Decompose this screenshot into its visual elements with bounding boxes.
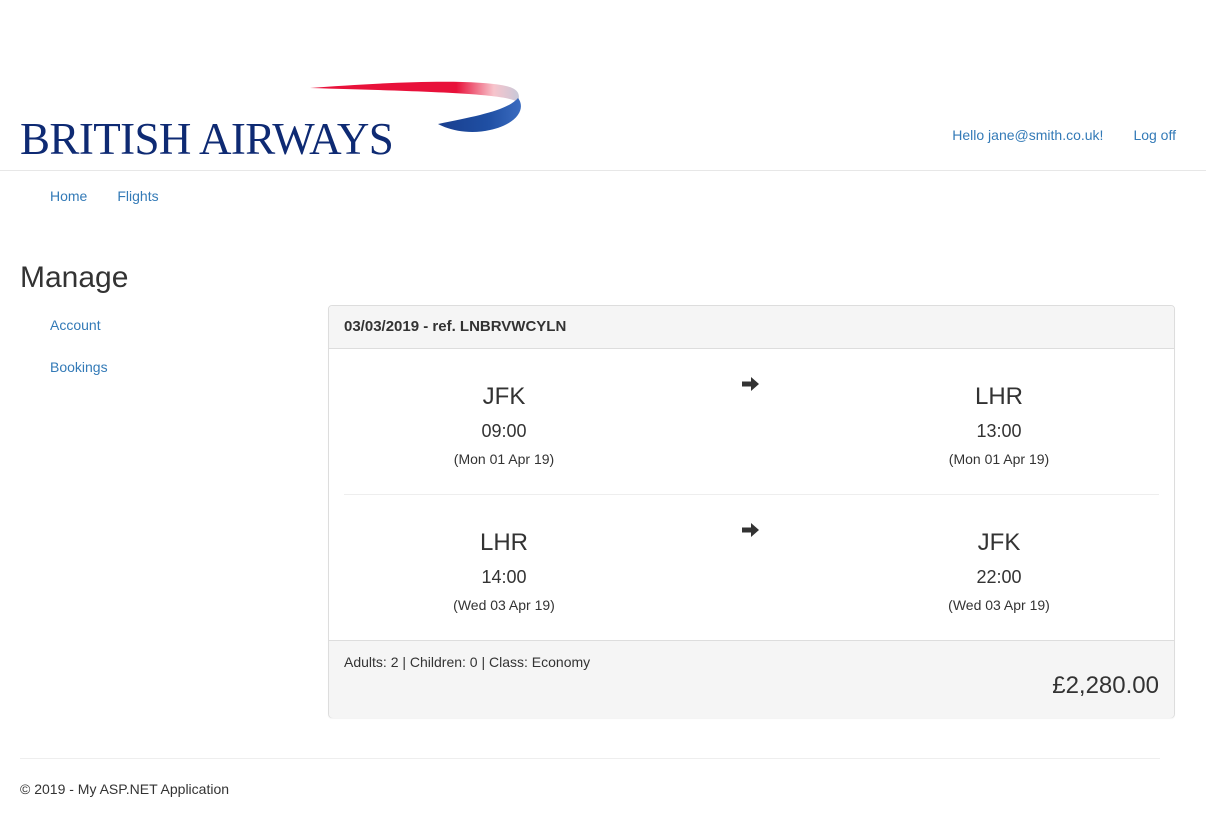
logo-wordmark: BRITISH AIRWAYS	[20, 114, 394, 164]
user-nav: Hello jane@smith.co.uk! Log off	[952, 127, 1176, 143]
booking-footer: Adults: 2 | Children: 0 | Class: Economy…	[329, 640, 1174, 718]
booking-legs: JFK 09:00 (Mon 01 Apr 19) LHR 13:00 (Mon…	[329, 349, 1174, 640]
departure: LHR 14:00 (Wed 03 Apr 19)	[344, 495, 664, 614]
arrival: LHR 13:00 (Mon 01 Apr 19)	[839, 349, 1159, 468]
main-nav: Home Flights	[50, 188, 159, 204]
arrival: JFK 22:00 (Wed 03 Apr 19)	[839, 495, 1159, 614]
side-nav-account[interactable]: Account	[50, 317, 108, 359]
nav-home[interactable]: Home	[50, 188, 87, 204]
log-off-link[interactable]: Log off	[1133, 127, 1176, 143]
booking-heading: 03/03/2019 - ref. LNBRVWCYLN	[329, 306, 1174, 349]
departure-date: (Mon 01 Apr 19)	[453, 451, 555, 467]
arrival-airport-code: JFK	[977, 529, 1021, 556]
arrow-right-icon	[742, 523, 759, 537]
arrival-date: (Wed 03 Apr 19)	[948, 597, 1050, 613]
arrival-time: 13:00	[976, 421, 1022, 441]
departure: JFK 09:00 (Mon 01 Apr 19)	[344, 349, 664, 468]
side-nav-bookings[interactable]: Bookings	[50, 359, 108, 401]
departure-airport-code: LHR	[479, 529, 528, 556]
arrival-airport-code: LHR	[974, 383, 1023, 410]
site-header: BRITISH AIRWAYS Hello jane@smith.co.uk! …	[0, 0, 1206, 171]
booking-price: £2,280.00	[1052, 672, 1159, 699]
flight-leg: JFK 09:00 (Mon 01 Apr 19) LHR 13:00 (Mon…	[344, 349, 1159, 494]
booking-panel: 03/03/2019 - ref. LNBRVWCYLN JFK 09:00 (…	[328, 305, 1175, 718]
departure-time: 09:00	[481, 421, 527, 441]
departure-airport-code: JFK	[482, 383, 526, 410]
footer-divider	[20, 758, 1160, 759]
nav-flights[interactable]: Flights	[117, 188, 158, 204]
departure-date: (Wed 03 Apr 19)	[453, 597, 555, 613]
page-title: Manage	[20, 261, 129, 294]
flight-leg: LHR 14:00 (Wed 03 Apr 19) JFK 22:00 (Wed…	[344, 494, 1159, 640]
arrow-right-icon	[742, 377, 759, 391]
passenger-summary: Adults: 2 | Children: 0 | Class: Economy	[344, 654, 591, 670]
arrival-date: (Mon 01 Apr 19)	[948, 451, 1050, 467]
copyright-text: © 2019 - My ASP.NET Application	[20, 781, 230, 797]
manage-side-nav: Account Bookings	[50, 317, 108, 401]
departure-time: 14:00	[481, 567, 527, 587]
manage-account-link[interactable]: Hello jane@smith.co.uk!	[952, 127, 1103, 143]
arrival-time: 22:00	[976, 567, 1022, 587]
british-airways-logo[interactable]: BRITISH AIRWAYS	[18, 80, 521, 164]
